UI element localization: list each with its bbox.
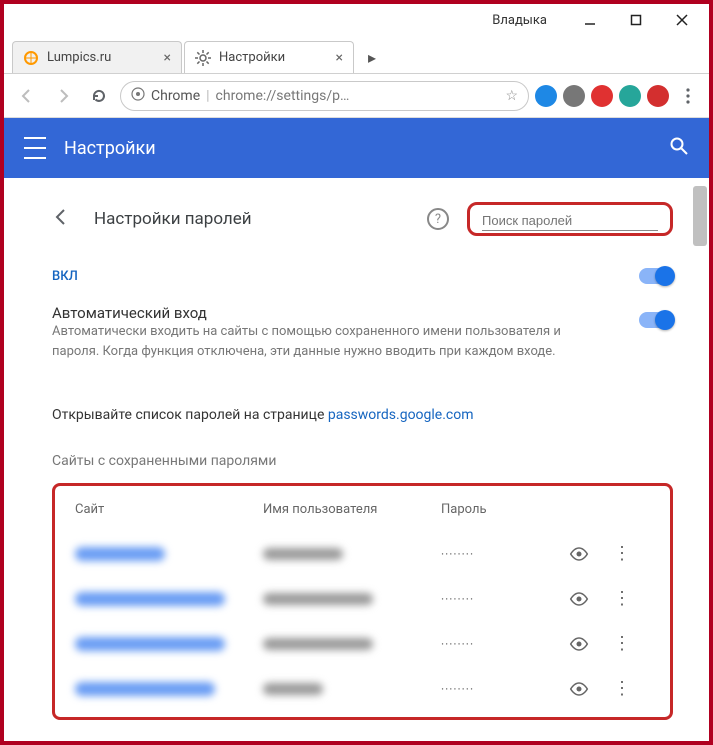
row-menu-icon[interactable]: ⋮	[607, 633, 637, 654]
scrollbar-thumb[interactable]	[693, 186, 707, 246]
browser-tab[interactable]: Настройки ×	[184, 41, 354, 73]
settings-header: Настройки	[4, 118, 709, 178]
table-header-row: Сайт Имя пользователя Пароль	[75, 502, 650, 531]
browser-toolbar: Chrome | chrome://settings/p… ☆	[4, 74, 709, 118]
row-menu-icon[interactable]: ⋮	[607, 543, 637, 564]
close-icon[interactable]: ×	[336, 50, 343, 66]
tab-title: Lumpics.ru	[47, 50, 111, 65]
password-masked: ········	[441, 682, 551, 696]
username-cell	[263, 638, 373, 650]
new-tab-button[interactable]: ▸	[360, 45, 384, 69]
site-cell	[75, 592, 225, 606]
offer-save-toggle[interactable]	[639, 268, 673, 284]
settings-body: Настройки паролей ? ВКЛ Автоматический в…	[4, 178, 709, 741]
close-icon[interactable]: ×	[164, 50, 171, 66]
menu-icon[interactable]	[24, 137, 46, 159]
url-scheme: Chrome	[151, 88, 200, 104]
bookmark-star-icon[interactable]: ☆	[505, 88, 518, 104]
auto-signin-description: Автоматически входить на сайты с помощью…	[52, 322, 572, 361]
extension-icon[interactable]	[563, 85, 585, 107]
username-cell	[263, 548, 343, 560]
site-cell	[75, 682, 215, 696]
auto-signin-toggle[interactable]	[639, 312, 673, 328]
settings-title: Настройки	[64, 138, 669, 159]
saved-passwords-table-highlight: Сайт Имя пользователя Пароль ········ ⋮ …	[52, 483, 673, 720]
extension-icon[interactable]	[619, 85, 641, 107]
nav-forward-button[interactable]	[48, 81, 78, 111]
site-cell	[75, 547, 165, 561]
back-arrow-icon[interactable]	[52, 207, 72, 231]
password-masked: ········	[441, 637, 551, 651]
saved-passwords-title: Сайты с сохраненными паролями	[52, 453, 673, 469]
window-close-button[interactable]	[659, 5, 705, 35]
table-row[interactable]: ········ ⋮	[75, 576, 650, 621]
url-text: chrome://settings/p…	[216, 88, 500, 104]
help-icon[interactable]: ?	[427, 208, 449, 230]
username-cell	[263, 683, 323, 695]
window-titlebar: Владыка	[4, 4, 709, 36]
show-password-icon[interactable]	[559, 682, 599, 696]
password-masked: ········	[441, 592, 551, 606]
row-menu-icon[interactable]: ⋮	[607, 678, 637, 699]
favicon-icon	[23, 50, 39, 66]
password-masked: ········	[441, 547, 551, 561]
site-cell	[75, 637, 225, 651]
extension-icon[interactable]	[647, 85, 669, 107]
extension-icon[interactable]	[591, 85, 613, 107]
settings-search-button[interactable]	[669, 136, 689, 160]
nav-back-button[interactable]	[12, 81, 42, 111]
col-password: Пароль	[441, 502, 551, 517]
show-password-icon[interactable]	[559, 547, 599, 561]
col-username: Имя пользователя	[263, 502, 433, 517]
table-row[interactable]: ········ ⋮	[75, 621, 650, 666]
page-title: Настройки паролей	[94, 209, 252, 229]
window-minimize-button[interactable]	[567, 5, 613, 35]
chrome-page-icon	[131, 87, 145, 105]
show-password-icon[interactable]	[559, 637, 599, 651]
address-bar[interactable]: Chrome | chrome://settings/p… ☆	[120, 81, 529, 111]
extension-icon[interactable]	[535, 85, 557, 107]
tab-strip: Lumpics.ru × Настройки × ▸	[4, 36, 709, 74]
offer-save-toggle-label: ВКЛ	[52, 269, 639, 284]
open-password-list-text: Открывайте список паролей на странице pa…	[52, 407, 673, 423]
tab-title: Настройки	[219, 50, 285, 65]
col-site: Сайт	[75, 502, 255, 517]
nav-reload-button[interactable]	[84, 81, 114, 111]
auto-signin-title: Автоматический вход	[52, 304, 639, 322]
window-maximize-button[interactable]	[613, 5, 659, 35]
table-row[interactable]: ········ ⋮	[75, 666, 650, 711]
password-search-highlight	[467, 202, 673, 236]
password-search-input[interactable]	[482, 211, 658, 231]
table-row[interactable]: ········ ⋮	[75, 531, 650, 576]
gear-icon	[195, 50, 211, 66]
browser-tab[interactable]: Lumpics.ru ×	[12, 41, 182, 73]
username-cell	[263, 593, 373, 605]
browser-menu-button[interactable]	[675, 88, 701, 104]
row-menu-icon[interactable]: ⋮	[607, 588, 637, 609]
passwords-google-link[interactable]: passwords.google.com	[328, 407, 474, 423]
show-password-icon[interactable]	[559, 592, 599, 606]
profile-name[interactable]: Владыка	[492, 13, 547, 28]
